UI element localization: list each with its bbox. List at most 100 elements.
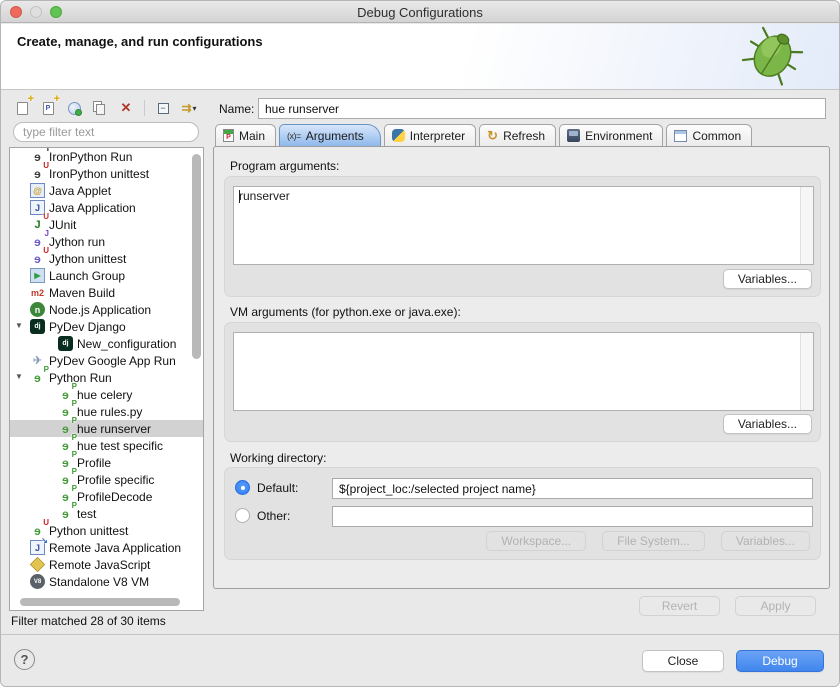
tree-item[interactable]: ɘPtest — [10, 505, 203, 522]
tree-item[interactable]: ɘPProfile — [10, 454, 203, 471]
configurations-toolbar: + P+ ✕ − ⇉▾ — [11, 96, 200, 120]
default-directory-input[interactable] — [332, 478, 813, 499]
working-directory-label: Working directory: — [230, 451, 326, 465]
vm-arguments-input[interactable] — [233, 332, 814, 411]
tree-horizontal-scrollbar[interactable] — [20, 598, 180, 606]
file-system-button[interactable]: File System... — [602, 531, 705, 551]
filter-configurations-icon[interactable]: ⇉▾ — [178, 98, 200, 118]
tree-item[interactable]: JJava Application — [10, 199, 203, 216]
tab-refresh[interactable]: ↻ Refresh — [479, 124, 556, 146]
configurations-tree[interactable]: ɘIIronPython RunɘUIronPython unittest@Ja… — [9, 147, 204, 611]
new-prototype-icon[interactable]: P+ — [37, 98, 59, 118]
default-radio-label: Default: — [257, 481, 298, 495]
refresh-tab-icon: ↻ — [487, 129, 498, 142]
tree-item[interactable]: ▼djPyDev Django — [10, 318, 203, 335]
main-tab-icon: P — [223, 129, 234, 142]
tree-item[interactable]: ɘPProfileDecode — [10, 488, 203, 505]
tree-item[interactable]: ɘIIronPython Run — [10, 148, 203, 165]
duplicate-icon[interactable] — [89, 98, 111, 118]
tab-main[interactable]: P Main — [215, 124, 276, 146]
tree-item[interactable]: nNode.js Application — [10, 301, 203, 318]
working-directory-buttons: Workspace... File System... Variables... — [486, 531, 810, 551]
environment-tab-icon — [567, 129, 580, 142]
junit-icon: JU — [30, 217, 45, 232]
title-bar: Debug Configurations — [1, 1, 839, 23]
ironpython-unittest-icon: ɘU — [30, 166, 45, 181]
vm-arguments-label: VM arguments (for python.exe or java.exe… — [230, 305, 461, 319]
window-title: Debug Configurations — [1, 5, 839, 20]
tree-item[interactable]: djNew_configuration — [10, 335, 203, 352]
launch-group-icon: ▶ — [30, 268, 45, 283]
debug-button[interactable]: Debug — [736, 650, 824, 672]
filter-input[interactable] — [13, 122, 199, 142]
textarea-scrollbar[interactable] — [800, 187, 813, 264]
revert-button[interactable]: Revert — [639, 596, 720, 616]
tree-item[interactable]: ✈PyDev Google App Run — [10, 352, 203, 369]
interpreter-tab-icon — [392, 129, 405, 142]
textarea-scrollbar[interactable] — [800, 333, 813, 410]
maven-build-icon: m2 — [30, 285, 45, 300]
program-arguments-variables-button[interactable]: Variables... — [723, 269, 812, 289]
tree-item[interactable]: ɘPhue runserver — [10, 420, 203, 437]
expand-triangle-icon[interactable]: ▼ — [15, 373, 23, 381]
java-applet-icon: @ — [30, 183, 45, 198]
help-button[interactable]: ? — [14, 649, 35, 670]
other-radio-label: Other: — [257, 509, 290, 523]
page-title: Create, manage, and run configurations — [17, 34, 263, 49]
name-input[interactable] — [258, 98, 826, 119]
common-tab-icon — [674, 130, 687, 142]
program-arguments-input[interactable]: runserver — [233, 186, 814, 265]
jython-unittest-icon: ɘU — [30, 251, 45, 266]
default-radio[interactable] — [235, 480, 250, 495]
collapse-all-icon[interactable]: − — [152, 98, 174, 118]
arguments-tab-icon: (x)= — [287, 131, 301, 141]
tree-item[interactable]: ▶Launch Group — [10, 267, 203, 284]
tree-item[interactable]: ɘPhue celery — [10, 386, 203, 403]
remote-java-application-icon: J↘ — [30, 540, 45, 555]
tree-item[interactable]: ɘJJython run — [10, 233, 203, 250]
tree-item[interactable]: ɘUIronPython unittest — [10, 165, 203, 182]
close-button[interactable]: Close — [642, 650, 724, 672]
tab-arguments[interactable]: (x)= Arguments — [279, 124, 381, 146]
working-directory-group: Default: Other: Workspace... File System… — [224, 467, 821, 560]
new-configuration-icon[interactable]: + — [11, 98, 33, 118]
tree-item[interactable]: ▼ɘPPython Run — [10, 369, 203, 386]
delete-icon[interactable]: ✕ — [115, 98, 137, 118]
expand-triangle-icon[interactable]: ▼ — [15, 322, 23, 330]
tree-item[interactable]: ɘUJython unittest — [10, 250, 203, 267]
workspace-button[interactable]: Workspace... — [486, 531, 586, 551]
other-directory-input[interactable] — [332, 506, 813, 527]
name-label: Name: — [219, 102, 254, 116]
apply-button[interactable]: Apply — [735, 596, 816, 616]
filter-status-text: Filter matched 28 of 30 items — [11, 614, 166, 628]
vm-arguments-group: Variables... — [224, 322, 821, 442]
tree-item[interactable]: ɘPProfile specific — [10, 471, 203, 488]
toolbar-separator — [144, 100, 145, 116]
program-arguments-group: runserver Variables... — [224, 176, 821, 297]
tree-item[interactable]: V8Standalone V8 VM — [10, 573, 203, 590]
tree-vertical-scrollbar[interactable] — [192, 154, 201, 359]
tree-item[interactable]: JUJUnit — [10, 216, 203, 233]
tree-item[interactable]: ɘPhue rules.py — [10, 403, 203, 420]
remote-javascript-icon — [30, 557, 45, 572]
tree-item[interactable]: Remote JavaScript — [10, 556, 203, 573]
tab-interpreter[interactable]: Interpreter — [384, 124, 476, 146]
tree-item[interactable]: m2Maven Build — [10, 284, 203, 301]
tree-item[interactable]: ɘUPython unittest — [10, 522, 203, 539]
header-banner: Create, manage, and run configurations — [1, 24, 839, 90]
tab-environment[interactable]: Environment — [559, 124, 663, 146]
tree-item[interactable]: ɘPhue test specific — [10, 437, 203, 454]
vm-arguments-variables-button[interactable]: Variables... — [723, 414, 812, 434]
debug-configurations-dialog: Debug Configurations Create, manage, and… — [0, 0, 840, 687]
tree-item[interactable]: @Java Applet — [10, 182, 203, 199]
dialog-footer: ? Close Debug — [1, 634, 839, 687]
other-radio[interactable] — [235, 508, 250, 523]
python-run-icon: ɘP — [30, 370, 45, 385]
working-directory-variables-button[interactable]: Variables... — [721, 531, 810, 551]
tree-item[interactable]: J↘Remote Java Application — [10, 539, 203, 556]
tab-common[interactable]: Common — [666, 124, 752, 146]
export-configurations-icon[interactable] — [63, 98, 85, 118]
debug-bug-icon — [739, 25, 805, 89]
arguments-tab-panel: Program arguments: runserver Variables..… — [213, 146, 830, 589]
pydev-django-icon: dj — [30, 319, 45, 334]
